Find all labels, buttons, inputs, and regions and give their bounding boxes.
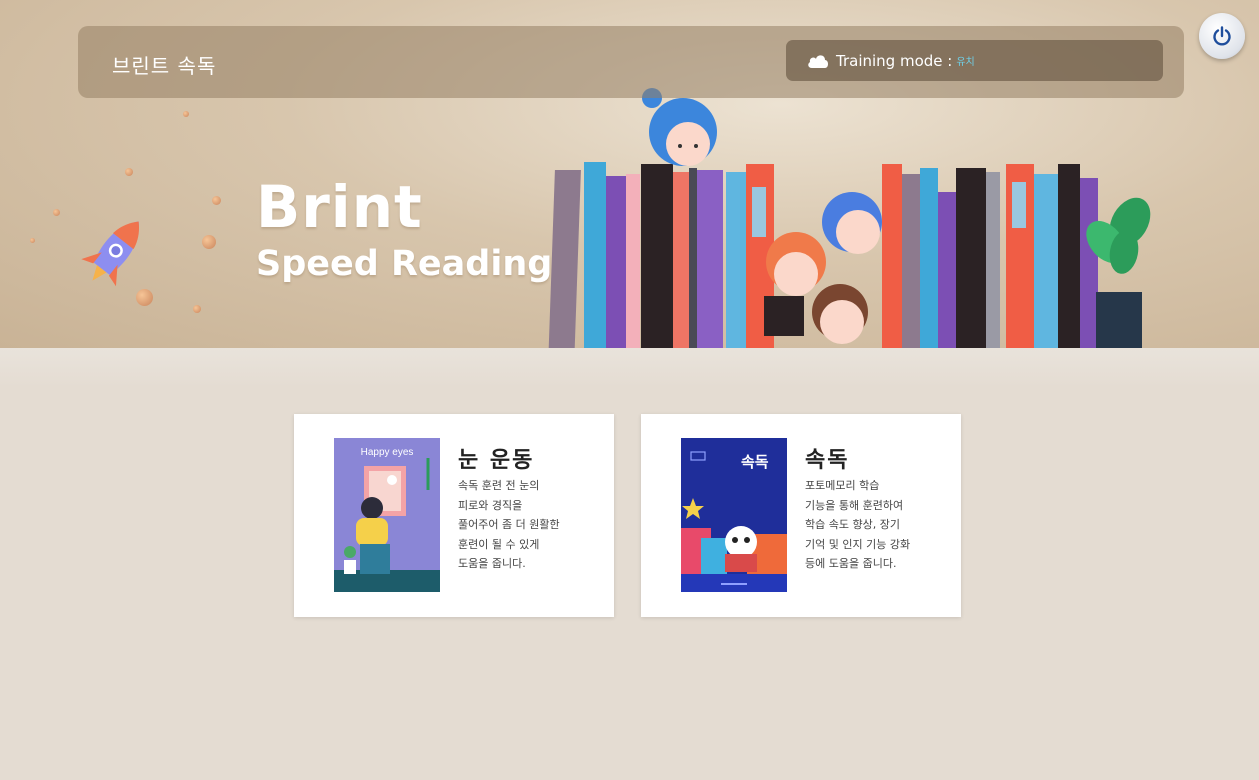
description-line: 훈련이 될 수 있게 — [458, 537, 540, 551]
description-line: 도움을 줍니다. — [458, 557, 526, 570]
power-icon — [1213, 26, 1231, 46]
card-title: 속독 — [805, 448, 850, 473]
description-line: 학습 속도 향상, 장기 — [805, 518, 900, 531]
description-line: 포토메모리 학습 — [805, 479, 880, 492]
cover-text: 속독 — [741, 453, 769, 471]
brand-subtitle: Speed Reading — [256, 244, 553, 284]
cloud-icon — [808, 54, 828, 68]
planet-decoration — [53, 209, 60, 216]
planet-decoration — [125, 168, 133, 176]
card-description: 포토메모리 학습 기능을 통해 훈련하여 학습 속도 향상, 장기 기억 및 인… — [805, 476, 937, 574]
planet-decoration — [183, 111, 189, 117]
brand-logo: Brint Speed Reading — [256, 176, 552, 286]
bookshelf-illustration — [548, 88, 1151, 348]
app-title: 브린트 속독 — [112, 54, 217, 78]
cover-text: Happy eyes — [360, 447, 414, 458]
description-line: 피로와 경직을 — [458, 498, 523, 512]
rocket-icon — [81, 221, 139, 287]
top-bar: 브린트 속독 Training mode : 유치 — [78, 26, 1184, 98]
planet-decoration — [212, 196, 221, 205]
description-line: 기능을 통해 훈련하여 — [805, 498, 904, 512]
happy-eyes-cover — [334, 438, 440, 592]
speed-reading-cover — [681, 438, 787, 592]
shelf-shadow — [0, 348, 1259, 388]
planet-decoration — [30, 238, 35, 243]
eye-exercise-card[interactable]: Happy eyes 눈 운동 속독 훈련 전 눈의 피로와 경직을 풀어주어 … — [294, 414, 614, 617]
speed-reading-card[interactable]: 속독 속독 포토메모리 학습 기능을 통해 훈련하여 학습 속도 향상, 장기 … — [641, 414, 961, 617]
description-line: 속독 훈련 전 눈의 — [458, 479, 540, 492]
card-description: 속독 훈련 전 눈의 피로와 경직을 풀어주어 좀 더 원활한 훈련이 될 수 … — [458, 476, 590, 574]
brand-title: Brint — [256, 173, 423, 241]
training-mode-label: Training mode : — [836, 51, 953, 70]
power-button[interactable] — [1199, 13, 1245, 59]
description-line: 기억 및 인지 기능 강화 — [805, 537, 911, 551]
planet-decoration — [202, 235, 216, 249]
hero-banner: Brint Speed Reading 브린트 속독 Training mode… — [0, 0, 1259, 348]
planet-decoration — [193, 305, 201, 313]
description-line: 등에 도움을 줍니다. — [805, 557, 897, 570]
card-title: 눈 운동 — [458, 448, 535, 473]
training-mode-selector[interactable]: Training mode : 유치 — [786, 40, 1163, 81]
description-line: 풀어주어 좀 더 원활한 — [458, 518, 560, 531]
training-mode-value: 유치 — [956, 57, 975, 68]
